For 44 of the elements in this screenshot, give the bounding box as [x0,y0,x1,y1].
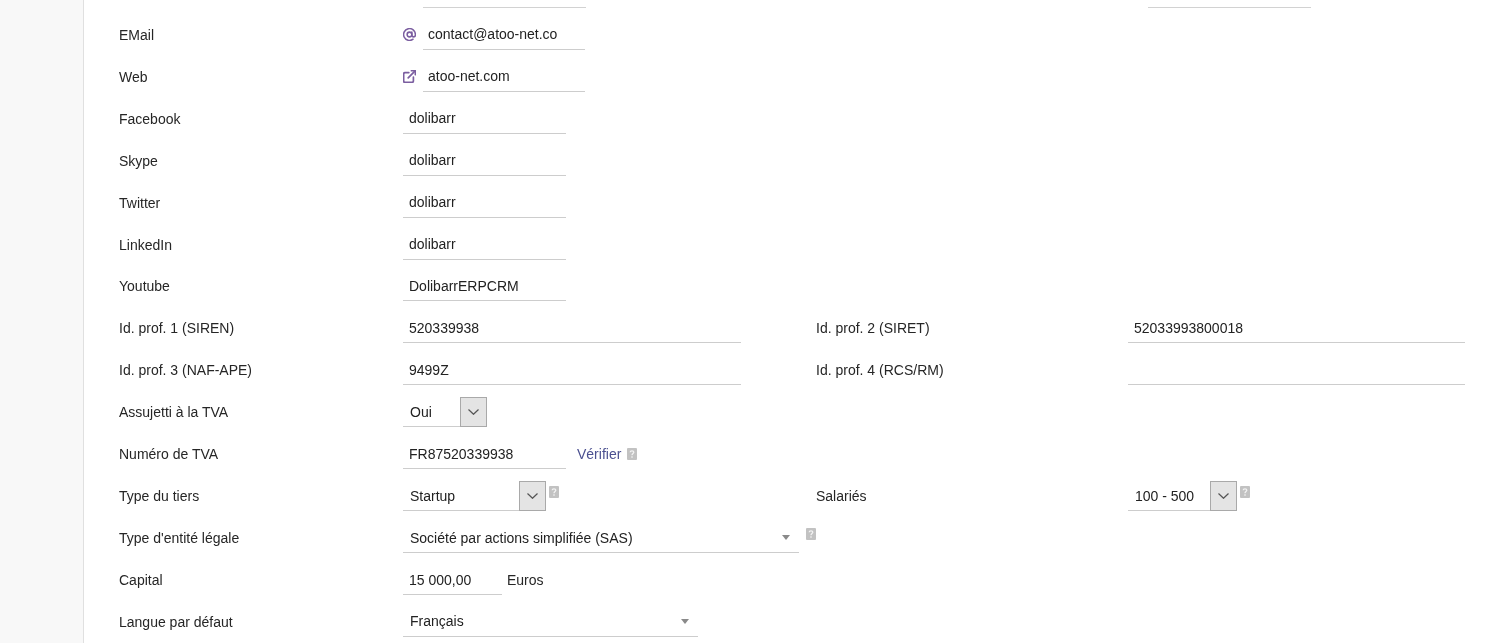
chevron-down-icon [527,493,538,500]
caret-down-icon [681,618,689,624]
field-label: Id. prof. 2 (SIRET) [816,320,930,337]
input-field[interactable]: dolibarr [403,187,566,218]
at-sign-icon [403,28,416,42]
unit-label: Euros [507,572,544,589]
input-field[interactable]: atoo-net.com [423,61,585,92]
field-label: Id. prof. 3 (NAF-APE) [119,362,253,379]
field-label: Salariés [816,488,867,505]
verify-link[interactable]: Vérifier [577,446,622,463]
field-label: Capital [119,572,163,589]
input-field[interactable]: dolibarr [403,145,566,176]
dropdown-button[interactable] [1210,481,1237,512]
field-label: Twitter [119,194,161,211]
input-field[interactable]: 520339938 [403,313,741,344]
field-label: Type d'entité légale [119,530,240,547]
input-field[interactable]: DolibarrERPCRM [403,271,566,302]
caret-down-icon [782,535,790,541]
field-label: EMail [119,26,154,43]
chevron-down-icon [1218,493,1229,500]
field-label: Assujetti à la TVA [119,404,229,421]
input-field[interactable]: 9499Z [403,355,741,386]
select-field[interactable]: Français [403,606,698,637]
dropdown-button[interactable] [460,397,487,428]
field-label: Skype [119,152,158,169]
field-label: Web [119,68,148,85]
field-label: Youtube [119,278,170,295]
field-label: Type du tiers [119,488,200,505]
dropdown-button[interactable] [519,481,546,512]
chevron-down-icon [468,409,479,416]
field-label: Id. prof. 1 (SIREN) [119,320,235,337]
field-label: LinkedIn [119,236,172,253]
field-label: Id. prof. 4 (RCS/RM) [816,362,944,379]
external-link-icon [403,70,416,84]
input-field[interactable]: dolibarr [403,103,566,134]
field-label: Langue par défaut [119,613,233,630]
input-field[interactable]: 15 000,00 [403,565,502,596]
input-field[interactable]: FR87520339938 [403,439,566,470]
input-field[interactable]: dolibarr [403,229,566,260]
field-label: Numéro de TVA [119,446,219,463]
field-label: Facebook [119,110,181,127]
input-field[interactable]: 52033993800018 [1128,313,1465,344]
select-field[interactable]: Société par actions simplifiée (SAS) [403,523,799,554]
input-field[interactable]: contact@atoo-net.co [423,19,585,50]
